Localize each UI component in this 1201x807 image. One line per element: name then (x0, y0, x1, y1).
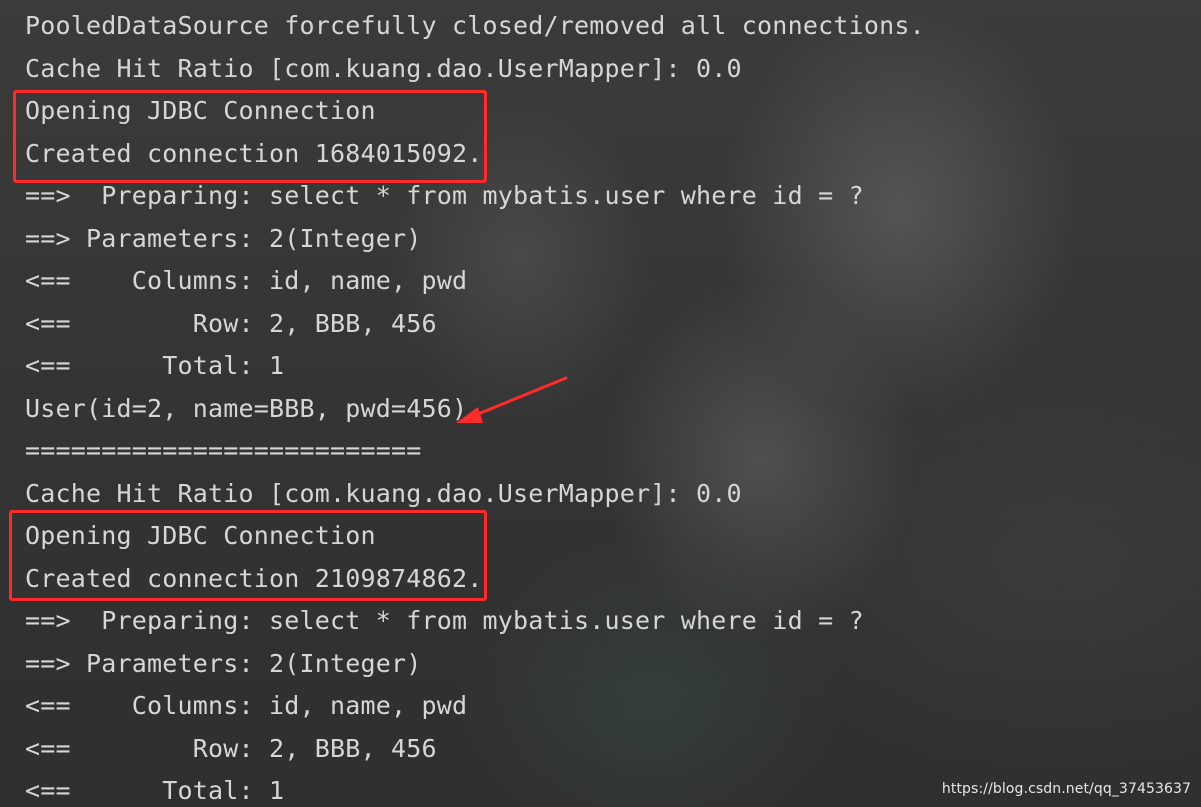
console-output: PooledDataSource forcefully closed/remov… (0, 0, 1201, 807)
red-arrow-icon (456, 376, 568, 423)
watermark-url: https://blog.csdn.net/qq_37453637 (941, 781, 1191, 797)
